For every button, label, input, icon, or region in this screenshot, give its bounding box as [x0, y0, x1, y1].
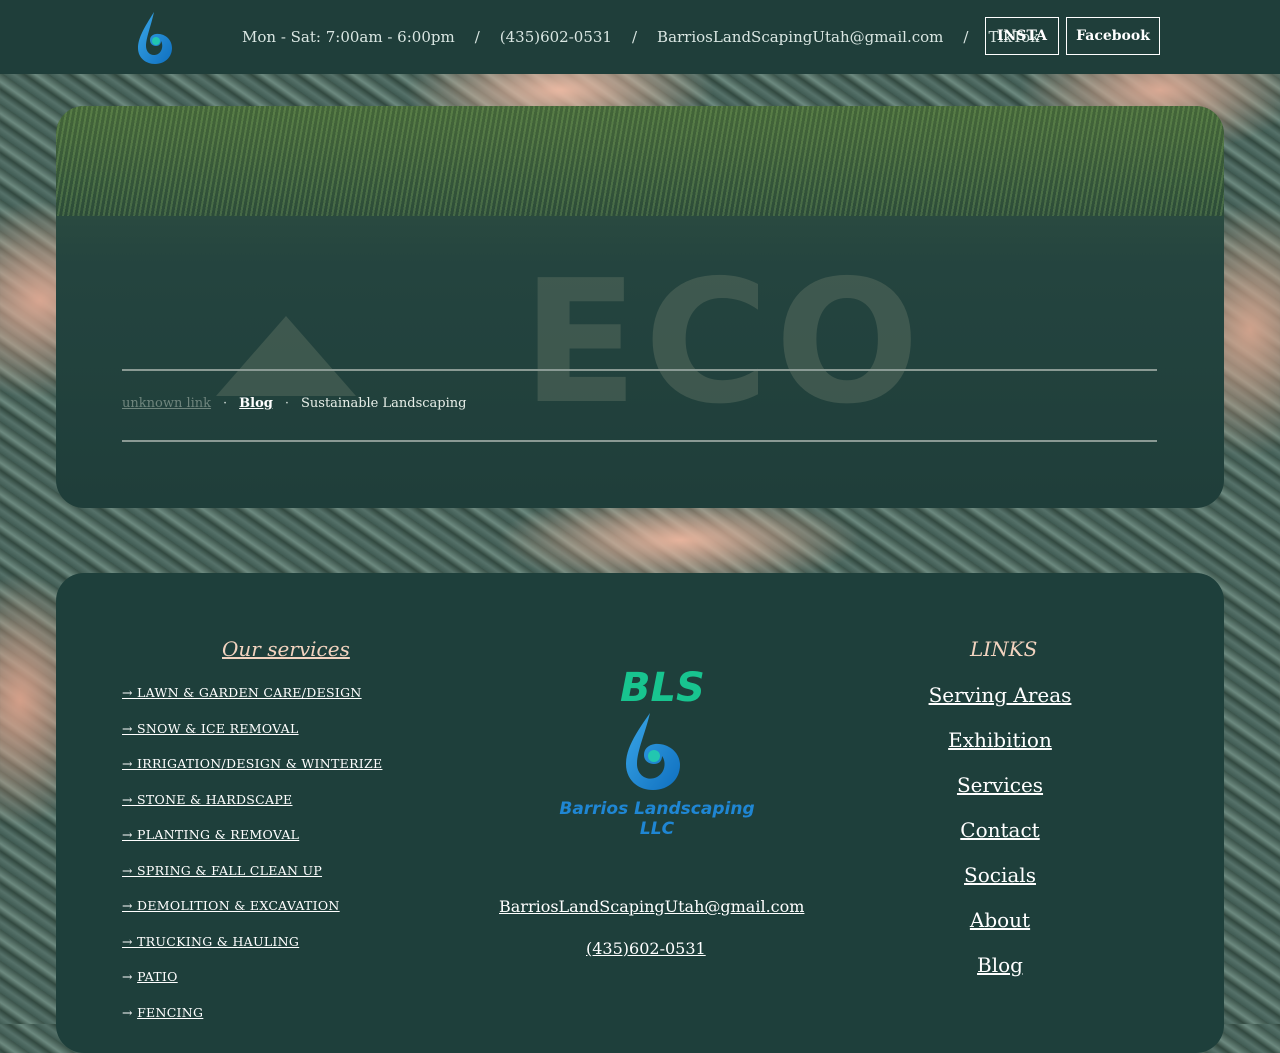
list-item[interactable]: Socials	[900, 863, 1100, 887]
hero-banner: ECO unknown link · Blog · Sustainable La…	[56, 106, 1224, 508]
breadcrumb-separator: ·	[284, 396, 289, 411]
footer-links: Serving Areas Exhibition Services Contac…	[900, 683, 1100, 998]
breadcrumb-current: Sustainable Landscaping	[301, 396, 467, 411]
separator: /	[963, 28, 969, 46]
divider	[122, 369, 1157, 371]
service-link[interactable]: → PLANTING & REMOVAL	[122, 827, 299, 842]
footer: Our services → LAWN & GARDEN CARE/DESIGN…	[56, 573, 1224, 1053]
business-hours: Mon - Sat: 7:00am - 6:00pm	[242, 28, 455, 46]
list-item[interactable]: → DEMOLITION & EXCAVATION	[122, 898, 382, 913]
list-item[interactable]: Blog	[900, 953, 1100, 977]
hero-shape	[216, 316, 356, 396]
list-item[interactable]: Serving Areas	[900, 683, 1100, 707]
service-link[interactable]: PATIO	[137, 969, 178, 984]
service-link[interactable]: → DEMOLITION & EXCAVATION	[122, 898, 340, 913]
link-serving-areas[interactable]: Serving Areas	[929, 683, 1072, 707]
link-blog[interactable]: Blog	[977, 953, 1023, 977]
footer-email-link[interactable]: BarriosLandScapingUtah@gmail.com	[499, 897, 804, 916]
breadcrumb-blog-link[interactable]: Blog	[239, 396, 273, 411]
arrow-icon: →	[122, 1004, 138, 1020]
top-contact-nav: Mon - Sat: 7:00am - 6:00pm / (435)602-05…	[242, 28, 1039, 46]
list-item[interactable]: → TRUCKING & HAULING	[122, 934, 382, 949]
links-title: LINKS	[970, 637, 1038, 661]
hero-image-word: ECO	[522, 244, 926, 442]
grass-texture	[56, 106, 1224, 216]
footer-phone-link[interactable]: (435)602-0531	[586, 939, 706, 958]
insta-button[interactable]: INSTA	[985, 17, 1059, 55]
logo-drop-icon[interactable]	[134, 10, 176, 66]
list-item[interactable]: → STONE & HARDSCAPE	[122, 792, 382, 807]
list-item[interactable]: Exhibition	[900, 728, 1100, 752]
link-contact[interactable]: Contact	[960, 818, 1039, 842]
list-item[interactable]: About	[900, 908, 1100, 932]
header-phone-link[interactable]: (435)602-0531	[500, 28, 612, 46]
service-link[interactable]: → IRRIGATION/DESIGN & WINTERIZE	[122, 756, 382, 771]
list-item[interactable]: Services	[900, 773, 1100, 797]
list-item[interactable]: → PLANTING & REMOVAL	[122, 827, 382, 842]
service-link[interactable]: → STONE & HARDSCAPE	[122, 792, 292, 807]
list-item[interactable]: → IRRIGATION/DESIGN & WINTERIZE	[122, 756, 382, 771]
link-exhibition[interactable]: Exhibition	[948, 728, 1052, 752]
top-bar: Mon - Sat: 7:00am - 6:00pm / (435)602-05…	[0, 0, 1280, 74]
breadcrumb-separator: ·	[223, 396, 228, 411]
arrow-icon: →	[122, 969, 138, 984]
list-item[interactable]: → FENCING	[122, 1005, 382, 1020]
separator: /	[631, 28, 638, 46]
breadcrumb-unknown-link[interactable]: unknown link	[122, 396, 211, 411]
list-item[interactable]: → PATIO	[122, 969, 382, 984]
service-link[interactable]: → SNOW & ICE REMOVAL	[122, 721, 299, 736]
service-link[interactable]: → LAWN & GARDEN CARE/DESIGN	[122, 685, 362, 700]
list-item[interactable]: → LAWN & GARDEN CARE/DESIGN	[122, 685, 382, 700]
facebook-button[interactable]: Facebook	[1066, 17, 1160, 55]
service-link[interactable]: → SPRING & FALL CLEAN UP	[122, 863, 322, 878]
service-link[interactable]: FENCING	[137, 1005, 203, 1020]
list-item[interactable]: → SNOW & ICE REMOVAL	[122, 721, 382, 736]
header-email-link[interactable]: BarriosLandScapingUtah@gmail.com	[657, 28, 943, 46]
brand-name: Barrios Landscaping LLC	[559, 799, 755, 839]
service-link[interactable]: → TRUCKING & HAULING	[122, 934, 299, 949]
link-about[interactable]: About	[970, 908, 1030, 932]
services-list: → LAWN & GARDEN CARE/DESIGN → SNOW & ICE…	[122, 685, 382, 1040]
divider	[122, 440, 1157, 442]
breadcrumb: unknown link · Blog · Sustainable Landsc…	[122, 396, 466, 411]
list-item[interactable]: → SPRING & FALL CLEAN UP	[122, 863, 382, 878]
link-services[interactable]: Services	[957, 773, 1043, 797]
services-title[interactable]: Our services	[222, 637, 350, 661]
list-item[interactable]: Contact	[900, 818, 1100, 842]
separator: /	[474, 28, 480, 46]
link-socials[interactable]: Socials	[964, 863, 1036, 887]
